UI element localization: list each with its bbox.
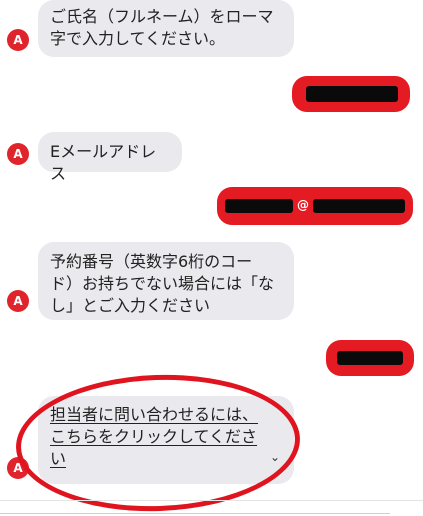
bottom-divider: [0, 500, 423, 501]
agent-message-contact-link[interactable]: 担当者に問い合わせるには、 こちらをクリックしてくださ い ⌄: [38, 396, 294, 484]
agent-message-name-request: ご氏名（フルネーム）をローマ 字で入力してください。: [38, 0, 294, 57]
message-line: 予約番号（英数字6桁のコー: [50, 252, 253, 271]
contact-link-text[interactable]: こちらをクリックしてくださ: [50, 427, 257, 446]
redaction-bar: [306, 86, 398, 102]
agent-avatar: A: [7, 457, 29, 479]
message-line: ド）お持ちでない場合には「な: [50, 274, 275, 293]
message-line: 字で入力してください。: [50, 29, 226, 48]
message-line: Eメールアドレス: [50, 142, 157, 183]
message-line: ご氏名（フルネーム）をローマ: [50, 7, 274, 26]
agent-avatar: A: [7, 29, 29, 51]
agent-avatar: A: [7, 143, 29, 165]
user-message-email-redacted: @: [217, 187, 413, 225]
contact-link-text[interactable]: 担当者に問い合わせるには、: [50, 405, 258, 424]
agent-message-booking-request: 予約番号（英数字6桁のコー ド）お持ちでない場合には「な し」とご入力ください: [38, 242, 294, 320]
user-message-booking-redacted: [326, 340, 414, 376]
message-line: し」とご入力ください: [50, 296, 211, 315]
email-at-sign: @: [297, 198, 309, 212]
contact-link-line[interactable]: こちらをクリックしてくださ: [50, 426, 282, 448]
contact-link-line[interactable]: 担当者に問い合わせるには、: [50, 404, 282, 426]
agent-message-email-request: Eメールアドレス: [38, 132, 182, 183]
user-message-name-redacted: [292, 76, 410, 112]
redaction-bar: [313, 199, 405, 213]
input-divider: [0, 513, 390, 514]
redaction-bar: [225, 199, 293, 213]
chat-transcript: A ご氏名（フルネーム）をローマ 字で入力してください。 A Eメールアドレス …: [0, 0, 423, 516]
contact-link-line[interactable]: い: [50, 448, 282, 470]
contact-link-text[interactable]: い: [50, 449, 66, 468]
agent-avatar: A: [7, 290, 29, 312]
chevron-down-icon: ⌄: [270, 450, 281, 464]
redaction-bar: [337, 351, 403, 365]
